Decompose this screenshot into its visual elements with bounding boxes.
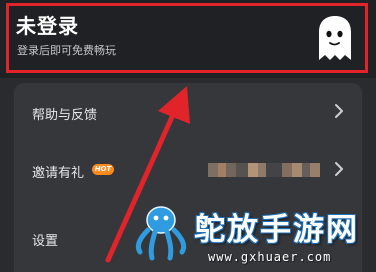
- watermark-site-name: 鸵放手游网: [194, 212, 359, 248]
- octopus-logo-icon: [135, 206, 187, 261]
- watermark-url: www.gxhuaer.com: [208, 250, 332, 264]
- watermark: 鸵放手游网 www.gxhuaer.com: [124, 198, 376, 272]
